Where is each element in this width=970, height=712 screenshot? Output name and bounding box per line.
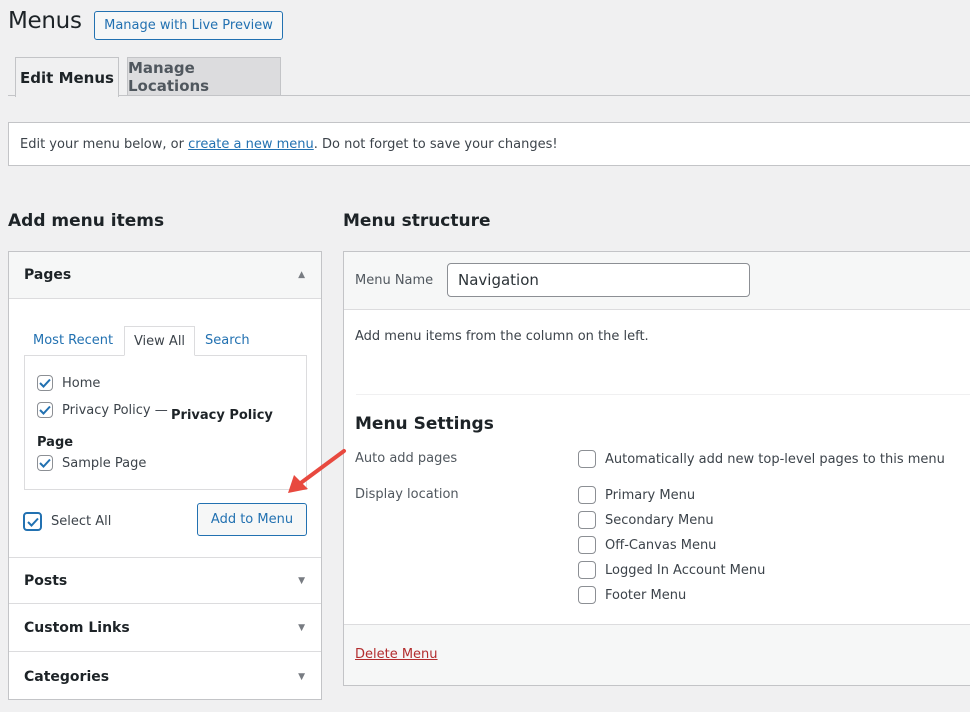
tab-edit-menus[interactable]: Edit Menus <box>15 57 119 97</box>
location-logged-in-account-menu[interactable]: Logged In Account Menu <box>578 561 765 579</box>
pages-tab-most-recent[interactable]: Most Recent <box>33 333 113 348</box>
checkbox-checked[interactable] <box>37 375 53 391</box>
caret-up-icon[interactable]: ▲ <box>298 270 305 280</box>
location-label: Footer Menu <box>605 587 687 603</box>
accordion-categories[interactable]: Categories ▼ <box>9 653 321 700</box>
select-all-label: Select All <box>51 514 112 529</box>
checkbox-checked[interactable] <box>37 455 53 471</box>
notice-text-before: Edit your menu below, or <box>20 136 184 152</box>
annotation-arrow-icon <box>288 449 346 493</box>
menu-structure-panel: Menu Name Navigation Add menu items from… <box>343 251 970 686</box>
location-footer-menu[interactable]: Footer Menu <box>578 586 686 604</box>
add-menu-items-heading: Add menu items <box>8 211 165 231</box>
menu-name-input[interactable]: Navigation <box>447 263 750 297</box>
accordion-categories-title: Categories <box>24 668 110 685</box>
manage-live-preview-button[interactable]: Manage with Live Preview <box>94 11 283 40</box>
page-item-label: Home <box>62 375 101 391</box>
auto-add-option[interactable]: Automatically add new top-level pages to… <box>578 450 945 468</box>
add-to-menu-button[interactable]: Add to Menu <box>197 503 307 536</box>
checkbox-unchecked[interactable] <box>578 561 596 579</box>
checkbox-unchecked[interactable] <box>578 536 596 554</box>
create-new-menu-link[interactable]: create a new menu <box>188 137 314 152</box>
auto-add-option-label: Automatically add new top-level pages to… <box>605 451 945 467</box>
pages-tab-view-all[interactable]: View All <box>124 326 195 356</box>
accordion-custom-links[interactable]: Custom Links ▼ <box>9 605 321 652</box>
location-secondary-menu[interactable]: Secondary Menu <box>578 511 714 529</box>
pages-tab-search[interactable]: Search <box>205 333 250 348</box>
accordion-pages-title: Pages <box>24 267 72 283</box>
location-off-canvas-menu[interactable]: Off-Canvas Menu <box>578 536 716 554</box>
accordion-pages[interactable]: Pages ▲ <box>9 252 321 299</box>
accordion-posts-title: Posts <box>24 572 68 589</box>
menu-name-label: Menu Name <box>355 273 434 288</box>
location-label: Primary Menu <box>605 487 696 503</box>
tab-manage-locations[interactable]: Manage Locations <box>127 57 281 96</box>
menu-structure-heading: Menu structure <box>343 211 491 231</box>
checkbox-unchecked[interactable] <box>578 586 596 604</box>
location-primary-menu[interactable]: Primary Menu <box>578 486 695 504</box>
accordion-custom-links-title: Custom Links <box>24 620 130 636</box>
location-label: Secondary Menu <box>605 512 714 528</box>
notice-bar: Edit your menu below, or create a new me… <box>8 122 970 166</box>
caret-down-icon[interactable]: ▼ <box>298 672 305 682</box>
checkbox-unchecked[interactable] <box>578 511 596 529</box>
display-location-label: Display location <box>355 487 459 502</box>
menu-footer: Delete Menu <box>344 624 970 685</box>
page-item-label: Sample Page <box>62 455 147 471</box>
select-all[interactable]: Select All <box>23 512 111 531</box>
checkbox-unchecked[interactable] <box>578 486 596 504</box>
page-item-home[interactable]: Home <box>37 375 100 391</box>
checkbox-unchecked[interactable] <box>578 450 596 468</box>
location-label: Off-Canvas Menu <box>605 537 717 553</box>
privacy-policy-page-suffix: Privacy Policy Page <box>37 408 273 450</box>
menu-settings-heading: Menu Settings <box>355 414 494 434</box>
caret-down-icon[interactable]: ▼ <box>298 623 305 633</box>
delete-menu-link[interactable]: Delete Menu <box>355 647 438 662</box>
menu-name-header: Menu Name Navigation <box>344 252 970 310</box>
page-item-sample-page[interactable]: Sample Page <box>37 455 146 471</box>
notice-text-after: . Do not forget to save your changes! <box>313 136 558 152</box>
caret-down-icon[interactable]: ▼ <box>298 576 305 586</box>
empty-menu-text: Add menu items from the column on the le… <box>355 329 649 344</box>
page-title: Menus <box>8 8 82 34</box>
location-label: Logged In Account Menu <box>605 562 766 578</box>
select-all-checkbox[interactable] <box>23 512 42 531</box>
auto-add-pages-label: Auto add pages <box>355 451 458 466</box>
accordion-posts[interactable]: Posts ▼ <box>9 557 321 604</box>
settings-divider <box>356 394 970 395</box>
tabs-divider <box>8 95 970 96</box>
